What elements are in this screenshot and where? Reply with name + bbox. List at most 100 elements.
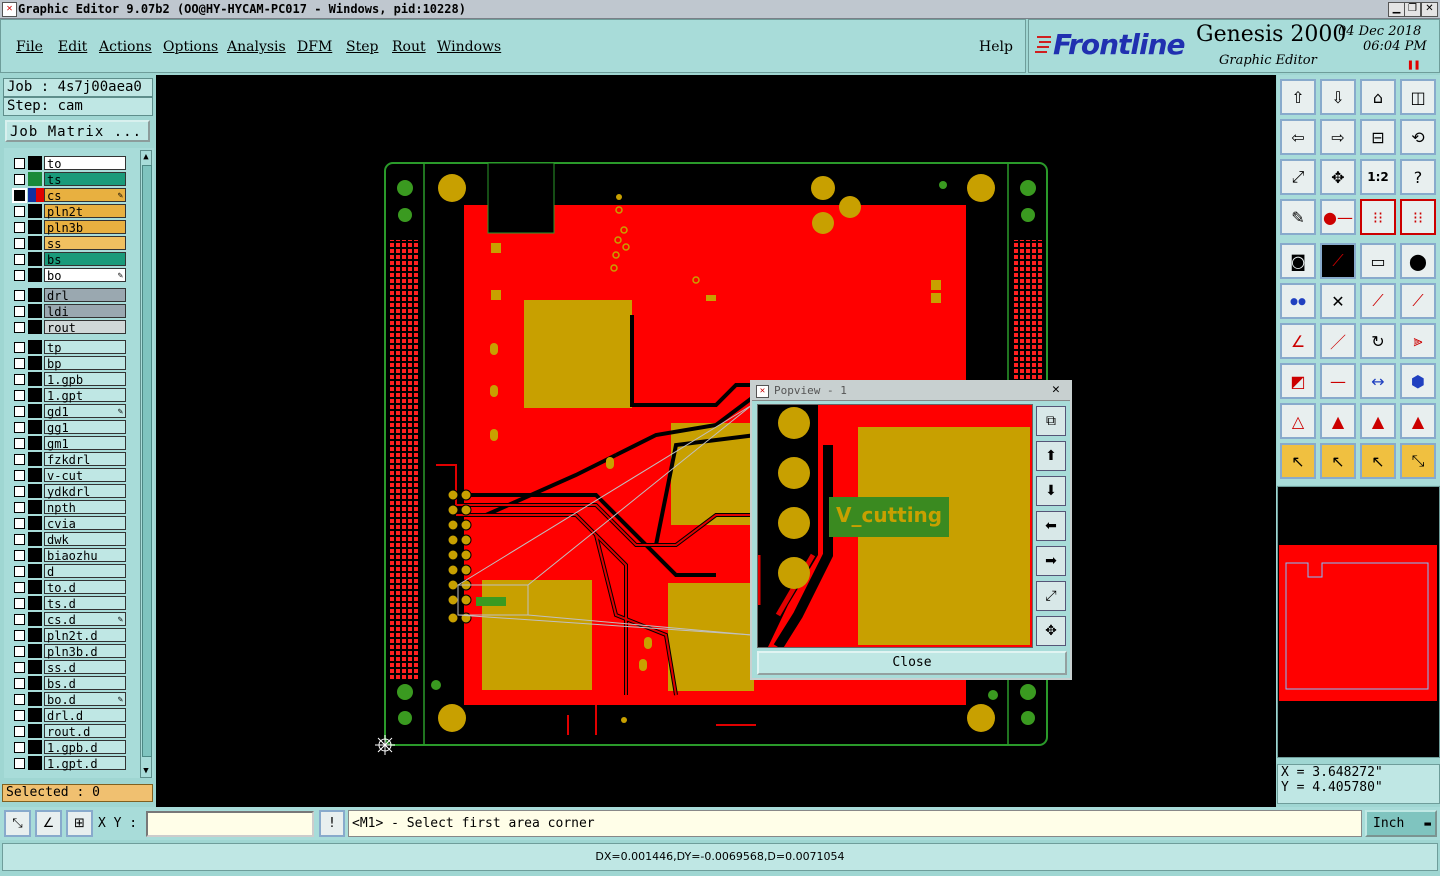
layer-row-ldi[interactable]: ldi (8, 304, 126, 319)
polygon-icon[interactable]: ▲ (1320, 403, 1356, 439)
layer-checkbox[interactable] (14, 222, 25, 233)
layer-name[interactable]: cs ✎ (44, 188, 126, 203)
layer-name[interactable]: v-cut (44, 468, 126, 483)
layer-checkbox[interactable] (14, 438, 25, 449)
layer-checkbox[interactable] (14, 290, 25, 301)
layer-name[interactable]: bo ✎ (44, 268, 126, 283)
layer-row-1-gpb-d[interactable]: 1.gpb.d (8, 740, 126, 755)
layer-row-gg1[interactable]: gg1 (8, 420, 126, 435)
layer-row-pln2t[interactable]: pln2t (8, 204, 126, 219)
overview-map[interactable] (1277, 486, 1440, 758)
layer-checkbox[interactable] (14, 742, 25, 753)
line-color-icon[interactable]: ⟋ (1320, 243, 1356, 279)
layer-name[interactable]: pln2t (44, 204, 126, 219)
layer-name[interactable]: d (44, 564, 126, 579)
layer-name[interactable]: fzkdrl (44, 452, 126, 467)
layer-name[interactable]: npth (44, 500, 126, 515)
layer-name[interactable]: ts (44, 172, 126, 187)
layer-name[interactable]: bp (44, 356, 126, 371)
layer-color-swatch[interactable] (28, 756, 42, 770)
popview-window[interactable]: ✕ Popview - 1 ✕ V_cutting ⧉ ⬆ ⬇ ⬅ ➡ ⤢ ✥ … (750, 380, 1072, 680)
layer-color-swatch[interactable] (28, 596, 42, 610)
popview-close-button[interactable]: Close (757, 651, 1067, 675)
triangle-icon[interactable]: △ (1280, 403, 1316, 439)
layer-color-swatch[interactable] (28, 612, 42, 626)
layer-checkbox[interactable] (14, 630, 25, 641)
layer-color-swatch[interactable] (28, 372, 42, 386)
layer-checkbox[interactable] (14, 406, 25, 417)
snap-mode-icon[interactable]: ⤡ (4, 810, 31, 837)
layer-row-drl[interactable]: drl (8, 288, 126, 303)
layer-color-swatch[interactable] (28, 288, 42, 302)
layer-row-rout-d[interactable]: rout.d (8, 724, 126, 739)
layer-name[interactable]: biaozhu (44, 548, 126, 563)
layer-color-swatch[interactable] (28, 660, 42, 674)
layer-color-swatch[interactable] (28, 500, 42, 514)
popview-center-icon[interactable]: ✥ (1036, 616, 1066, 646)
layer-checkbox[interactable] (14, 358, 25, 369)
layer-name[interactable]: ss (44, 236, 126, 251)
pad-icon[interactable]: ◙ (1280, 243, 1316, 279)
layer-color-swatch[interactable] (28, 420, 42, 434)
scroll-up-icon[interactable]: ▲ (141, 151, 151, 163)
layer-row-bs[interactable]: bs (8, 252, 126, 267)
layer-name[interactable]: ydkdrl (44, 484, 126, 499)
layer-row-to[interactable]: to (8, 156, 126, 171)
layer-color-swatch[interactable] (28, 580, 42, 594)
layer-row-d[interactable]: d (8, 564, 126, 579)
units-dropdown[interactable]: Inch ▬ (1365, 810, 1437, 837)
layer-color-swatch[interactable] (28, 252, 42, 266)
zoom-out-icon[interactable]: ⊟ (1360, 119, 1396, 155)
pan-left-icon[interactable]: ⇦ (1280, 119, 1316, 155)
scroll-thumb[interactable] (142, 165, 152, 757)
measure-icon[interactable]: ✎ (1280, 199, 1316, 235)
graphic-canvas[interactable] (156, 75, 1276, 807)
cross-icon[interactable]: ✕ (1320, 283, 1356, 319)
layer-name[interactable]: ss.d (44, 660, 126, 675)
close-window-button[interactable]: ✕ (1421, 2, 1438, 17)
layer-checkbox[interactable] (14, 206, 25, 217)
layer-name[interactable]: bs (44, 252, 126, 267)
layer-name[interactable]: 1.gpt (44, 388, 126, 403)
layer-row-v-cut[interactable]: v-cut (8, 468, 126, 483)
layer-name[interactable]: gd1 ✎ (44, 404, 126, 419)
layer-name[interactable]: bo.d ✎ (44, 692, 126, 707)
layer-checkbox[interactable] (14, 614, 25, 625)
layer-checkbox[interactable] (14, 270, 25, 281)
layer-row-1-gpb[interactable]: 1.gpb (8, 372, 126, 387)
layer-checkbox[interactable] (14, 758, 25, 769)
menu-windows[interactable]: Windows (437, 39, 501, 55)
layer-row-bo-d[interactable]: bo.d ✎ (8, 692, 126, 707)
layer-color-swatch[interactable] (28, 484, 42, 498)
layer-checkbox[interactable] (14, 582, 25, 593)
layer-row-bs-d[interactable]: bs.d (8, 676, 126, 691)
layer-color-swatch[interactable] (28, 320, 42, 334)
layer-checkbox[interactable] (14, 646, 25, 657)
layer-color-swatch[interactable] (28, 204, 42, 218)
circle-pad-icon[interactable]: ⬤ (1400, 243, 1436, 279)
layer-color-swatch[interactable] (28, 468, 42, 482)
layer-checkbox[interactable] (12, 188, 27, 203)
popview-down-icon[interactable]: ⬇ (1036, 476, 1066, 506)
zoom-home-icon[interactable]: ⇧ (1280, 79, 1316, 115)
popview-close-icon[interactable]: ✕ (1052, 382, 1060, 397)
xy-input[interactable] (146, 811, 314, 837)
pause-icon[interactable]: ❚❚ (1407, 58, 1420, 71)
layer-name[interactable]: 1.gpb (44, 372, 126, 387)
layer-name[interactable]: drl.d (44, 708, 126, 723)
layer-name[interactable]: rout.d (44, 724, 126, 739)
layer-row-cs-d[interactable]: cs.d ✎ (8, 612, 126, 627)
layer-checkbox[interactable] (14, 342, 25, 353)
pan-right-icon[interactable]: ⇨ (1320, 119, 1356, 155)
layer-checkbox[interactable] (14, 322, 25, 333)
layer-name[interactable]: cs.d ✎ (44, 612, 126, 627)
zoom-fit-icon[interactable]: ⤢ (1280, 159, 1316, 195)
layer-color-swatch[interactable] (28, 452, 42, 466)
layer-name[interactable]: tp (44, 340, 126, 355)
menu-file[interactable]: File (16, 39, 43, 55)
layer-row-pln3b-d[interactable]: pln3b.d (8, 644, 126, 659)
text-icon[interactable]: ⫸ (1400, 323, 1436, 359)
help-icon[interactable]: ? (1400, 159, 1436, 195)
layer-row-ts-d[interactable]: ts.d (8, 596, 126, 611)
layer-row-to-d[interactable]: to.d (8, 580, 126, 595)
